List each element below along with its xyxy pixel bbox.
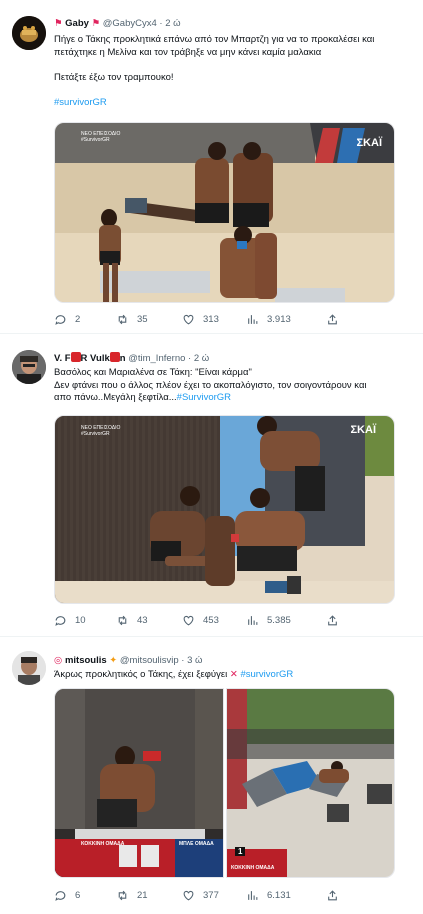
like-icon (183, 890, 194, 901)
tweet-header: V. FR Vulk n @tim_Inferno · 2 ώ (54, 352, 210, 364)
fire-icon: ✦ (109, 655, 118, 666)
tweet-text: Πήγε ο Τάκης προκλητικά επάνω από τον Μπ… (54, 34, 397, 109)
tweet-actions: 2 35 313 3.913 (54, 313, 354, 327)
share-button[interactable] (326, 889, 347, 902)
retweet-button[interactable]: 21 (116, 889, 148, 902)
share-button[interactable] (326, 614, 347, 627)
tweet-text: Βασόλος και Μαριαλένα σε Τάκη: "Είναι κά… (54, 367, 367, 403)
flag-icon (109, 352, 120, 362)
tweet-image[interactable]: ΝΕΟ ΕΠΕΙΣΟΔΙΟ #SurvivorGR ΣΚΑΪ (54, 122, 395, 303)
score-badge: 1 (235, 847, 246, 856)
channel-logo: ΣΚΑΪ (350, 424, 376, 436)
views-icon (248, 315, 258, 324)
like-icon (183, 615, 194, 626)
retweet-button[interactable]: 35 (116, 313, 148, 326)
flag-icon: ⚑ (54, 18, 63, 29)
reply-button[interactable]: 10 (54, 614, 86, 627)
cross-mark-icon: ✕ (229, 669, 238, 680)
avatar[interactable] (12, 16, 46, 50)
channel-overlay: ΝΕΟ ΕΠΕΙΣΟΔΙΟ #SurvivorGR (81, 425, 121, 437)
tweet-header: ⚑ Gaby ⚑ @GabyCyx4 · 2 ώ (54, 18, 181, 29)
avatar[interactable] (12, 651, 46, 685)
share-icon (328, 615, 337, 626)
retweet-icon (118, 314, 127, 325)
flag-icon (70, 352, 81, 362)
tweet-text: Άκρως προκλητικός ο Τάκης, έχει ξεφύγει … (54, 669, 294, 680)
handle[interactable]: @tim_Inferno (128, 353, 185, 364)
reply-button[interactable]: 2 (54, 313, 80, 326)
timestamp[interactable]: 2 ώ (165, 18, 180, 29)
like-button[interactable]: 313 (182, 313, 219, 326)
tweet-1[interactable]: ⚑ Gaby ⚑ @GabyCyx4 · 2 ώ Πήγε ο Τάκης πρ… (0, 0, 423, 333)
retweet-icon (118, 615, 127, 626)
share-icon (328, 314, 337, 325)
reply-icon (55, 891, 66, 901)
tweet-image-left[interactable]: ΚΟΚΚΙΝΗ ΟΜΑΔΑ ΜΠΛΕ ΟΜΑΔΑ (54, 688, 224, 878)
tweet-3[interactable]: ◎ mitsoulis ✦ @mitsoulisvip · 3 ώ Άκρως … (0, 637, 423, 914)
avatar[interactable] (12, 350, 46, 384)
retweet-icon (118, 890, 127, 901)
team-label-red: ΚΟΚΚΙΝΗ ΟΜΑΔΑ (231, 865, 275, 871)
like-button[interactable]: 453 (182, 614, 219, 627)
like-icon (183, 314, 194, 325)
team-label-blue: ΜΠΛΕ ΟΜΑΔΑ (179, 841, 214, 847)
reply-icon (55, 315, 66, 325)
timestamp[interactable]: 3 ώ (187, 655, 202, 666)
tweet-2[interactable]: V. FR Vulk n @tim_Inferno · 2 ώ Βασόλος κ… (0, 334, 423, 636)
display-name[interactable]: V. FR Vulk n (54, 352, 126, 364)
channel-overlay: ΝΕΟ ΕΠΕΙΣΟΔΙΟ #SurvivorGR (81, 131, 121, 143)
tweet-header: ◎ mitsoulis ✦ @mitsoulisvip · 3 ώ (54, 655, 203, 666)
instagram-icon: ◎ (54, 655, 63, 666)
display-name[interactable]: Gaby (65, 18, 89, 29)
views-button[interactable]: 6.131 (246, 889, 291, 902)
views-button[interactable]: 5.385 (246, 614, 291, 627)
views-button[interactable]: 3.913 (246, 313, 291, 326)
retweet-button[interactable]: 43 (116, 614, 148, 627)
flag-icon: ⚑ (91, 18, 101, 29)
display-name[interactable]: mitsoulis (65, 655, 107, 666)
share-icon (328, 890, 337, 901)
channel-logo: ΣΚΑΪ (356, 137, 382, 149)
views-icon (248, 891, 258, 900)
hashtag-link[interactable]: #SurvivorGR (177, 392, 231, 403)
hashtag-link[interactable]: #survivorGR (54, 97, 397, 110)
handle[interactable]: @GabyCyx4 (103, 18, 157, 29)
timestamp[interactable]: 2 ώ (194, 353, 209, 364)
tweet-image-right[interactable]: 1 ΚΟΚΚΙΝΗ ΟΜΑΔΑ (226, 688, 395, 878)
reply-button[interactable]: 6 (54, 889, 80, 902)
tweet-actions: 6 21 377 6.131 (54, 889, 354, 903)
hashtag-link[interactable]: #survivorGR (240, 669, 293, 680)
tweet-actions: 10 43 453 5.385 (54, 614, 354, 628)
share-button[interactable] (326, 313, 347, 326)
like-button[interactable]: 377 (182, 889, 219, 902)
team-label-red: ΚΟΚΚΙΝΗ ΟΜΑΔΑ (81, 841, 125, 847)
handle[interactable]: @mitsoulisvip (120, 655, 179, 666)
views-icon (248, 616, 258, 625)
reply-icon (55, 616, 66, 626)
tweet-image[interactable]: ΝΕΟ ΕΠΕΙΣΟΔΙΟ #SurvivorGR ΣΚΑΪ (54, 415, 395, 604)
